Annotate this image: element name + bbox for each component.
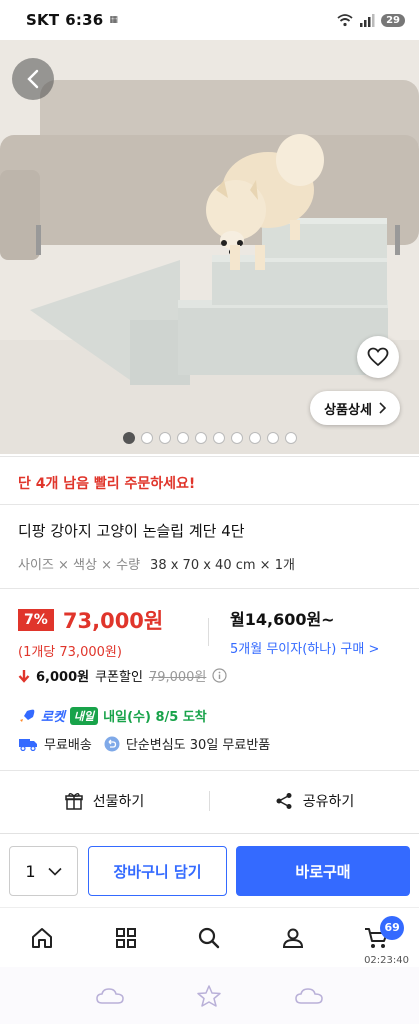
delivery-eta: 내일(수) 8/5 도착 (103, 710, 207, 725)
nav-search[interactable] (168, 908, 252, 968)
option-value: 38 x 70 x 40 cm × 1개 (150, 558, 295, 573)
gift-icon (64, 793, 83, 810)
free-return-label: 단순변심도 30일 무료반품 (125, 738, 271, 753)
free-shipping-label: 무료배송 (44, 738, 92, 753)
gift-label: 선물하기 (92, 794, 145, 810)
carousel-dot[interactable] (266, 432, 279, 444)
signal-icon (360, 14, 375, 27)
nav-home[interactable] (0, 908, 84, 968)
status-bar: SKT 6:36 ▦ 29 (0, 0, 419, 40)
product-image-carousel[interactable]: 상품상세 (0, 40, 419, 454)
back-button[interactable] (12, 58, 54, 100)
cloud-icon[interactable] (295, 987, 323, 1005)
rocket-icon (20, 709, 35, 722)
rocket-label: 로켓 (41, 710, 65, 725)
product-title: 디팡 강아지 고양이 논슬립 계단 4단 (18, 522, 245, 540)
quantity-select[interactable]: 1 (9, 846, 78, 896)
carousel-dot[interactable] (248, 432, 261, 444)
coupon-row: 6,000원 쿠폰할인 79,000원 (18, 666, 227, 685)
discount-badge: 7% (18, 609, 54, 631)
share-icon (276, 793, 292, 809)
clock: 6:36 (65, 11, 104, 29)
info-icon[interactable] (212, 668, 227, 683)
user-icon (283, 928, 304, 948)
purchase-action-bar: 1 장바구니 담기 바로구매 (0, 833, 419, 907)
return-icon (104, 736, 120, 751)
grid-icon (115, 927, 136, 948)
carousel-dot[interactable] (176, 432, 189, 444)
share-label: 공유하기 (302, 794, 355, 810)
nav-categories[interactable] (84, 908, 168, 968)
gift-button[interactable]: 선물하기 (0, 791, 209, 811)
bottom-navigation: 69 02:23:40 (0, 907, 419, 967)
shipping-info-row: 무료배송 단순변심도 30일 무료반품 (18, 734, 270, 753)
home-icon (31, 927, 52, 948)
carousel-dot[interactable] (158, 432, 171, 444)
carousel-dot[interactable] (140, 432, 153, 444)
add-to-cart-button[interactable]: 장바구니 담기 (88, 846, 227, 896)
arrow-down-icon (18, 669, 30, 683)
original-price: 79,000원 (148, 670, 207, 685)
selected-option[interactable]: 사이즈 × 색상 × 수량 38 x 70 x 40 cm × 1개 (18, 554, 295, 573)
battery-indicator: 29 (381, 13, 405, 27)
coupon-amount: 6,000원 (36, 670, 90, 685)
product-detail-label: 상품상세 (324, 402, 372, 418)
share-button[interactable]: 공유하기 (210, 791, 419, 811)
monthly-price: 월14,600원~ (230, 610, 335, 629)
heart-icon (367, 347, 389, 367)
stock-urgency-text: 단 4개 남음 빨리 주문하세요! (18, 476, 196, 492)
chevron-down-icon (48, 867, 62, 876)
buy-now-button[interactable]: 바로구매 (236, 846, 410, 896)
chevron-left-icon (27, 69, 39, 89)
countdown-timer: 02:23:40 (364, 954, 409, 966)
divider (0, 456, 419, 457)
carousel-dot[interactable] (212, 432, 225, 444)
chevron-right-icon (379, 402, 386, 414)
search-icon (199, 927, 220, 948)
cloud-icon[interactable] (96, 987, 124, 1005)
carousel-dot[interactable] (284, 432, 297, 444)
coupon-label: 쿠폰할인 (95, 670, 143, 685)
truck-icon (19, 738, 37, 751)
quantity-value: 1 (25, 861, 36, 881)
notification-icon: ▦ (109, 14, 118, 25)
nav-my-page[interactable] (251, 908, 335, 968)
carrier-label: SKT (26, 11, 60, 29)
unit-price: (1개당 73,000원) (18, 645, 122, 660)
rocket-delivery-row: 로켓 내일 내일(수) 8/5 도착 (18, 706, 207, 725)
installment-block: 월14,600원~ 5개월 무이자(하나) 구매 > (230, 606, 379, 657)
system-navigation-bar (0, 967, 419, 1024)
sale-price: 73,000원 (62, 609, 164, 633)
product-detail-button[interactable]: 상품상세 (310, 391, 400, 425)
gift-share-row: 선물하기 공유하기 (0, 772, 419, 830)
cart-count-badge: 69 (380, 915, 405, 940)
wishlist-button[interactable] (357, 336, 399, 378)
carousel-dot[interactable] (194, 432, 207, 444)
nav-cart[interactable]: 69 02:23:40 (335, 908, 419, 968)
carousel-dot[interactable] (230, 432, 243, 444)
price-block: 7% 73,000원 (1개당 73,000원) (18, 605, 163, 660)
carousel-indicator (0, 432, 419, 444)
divider (0, 504, 419, 505)
wifi-icon (337, 14, 353, 27)
divider (208, 618, 209, 646)
divider (0, 588, 419, 589)
installment-link[interactable]: 5개월 무이자(하나) 구매 > (230, 638, 379, 657)
star-icon[interactable] (196, 984, 222, 1008)
divider (0, 770, 419, 771)
option-label: 사이즈 × 색상 × 수량 (18, 558, 141, 573)
tomorrow-badge: 내일 (69, 706, 99, 725)
carousel-dot[interactable] (122, 432, 135, 444)
